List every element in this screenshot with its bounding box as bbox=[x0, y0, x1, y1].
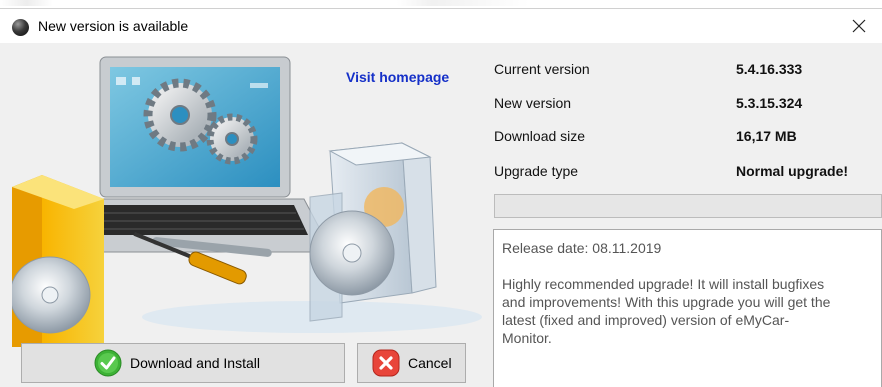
release-date: Release date: 08.11.2019 bbox=[502, 240, 662, 256]
software-update-illustration bbox=[12, 56, 482, 347]
download-and-install-button[interactable]: Download and Install bbox=[21, 343, 345, 383]
upgrade-type-label: Upgrade type bbox=[494, 163, 579, 179]
top-edge-artifact bbox=[0, 0, 882, 6]
download-size-label: Download size bbox=[494, 128, 586, 144]
cancel-button-label: Cancel bbox=[408, 355, 452, 371]
cancel-button[interactable]: Cancel bbox=[357, 343, 466, 383]
title-bar: New version is available bbox=[0, 9, 882, 43]
download-progress-bar bbox=[494, 194, 882, 218]
new-version-label: New version bbox=[494, 95, 572, 111]
upgrade-type-value: Normal upgrade! bbox=[736, 163, 849, 179]
download-size-value: 16,17 MB bbox=[736, 128, 797, 144]
release-notes-text: Highly recommended upgrade! It will inst… bbox=[502, 276, 831, 346]
download-button-label: Download and Install bbox=[130, 355, 260, 371]
release-notes-box[interactable]: Release date: 08.11.2019 Highly recommen… bbox=[493, 229, 882, 387]
update-dialog: New version is available Visit homepage … bbox=[0, 8, 882, 387]
current-version-value: 5.4.16.333 bbox=[736, 61, 803, 77]
close-button[interactable] bbox=[836, 9, 882, 43]
check-circle-icon bbox=[94, 349, 122, 377]
close-icon bbox=[852, 19, 866, 33]
visit-homepage-link[interactable]: Visit homepage bbox=[346, 69, 449, 85]
x-circle-icon bbox=[372, 349, 400, 377]
new-version-value: 5.3.15.324 bbox=[736, 95, 803, 111]
current-version-label: Current version bbox=[494, 61, 590, 77]
window-title: New version is available bbox=[38, 18, 189, 34]
app-sphere-icon bbox=[12, 19, 29, 36]
